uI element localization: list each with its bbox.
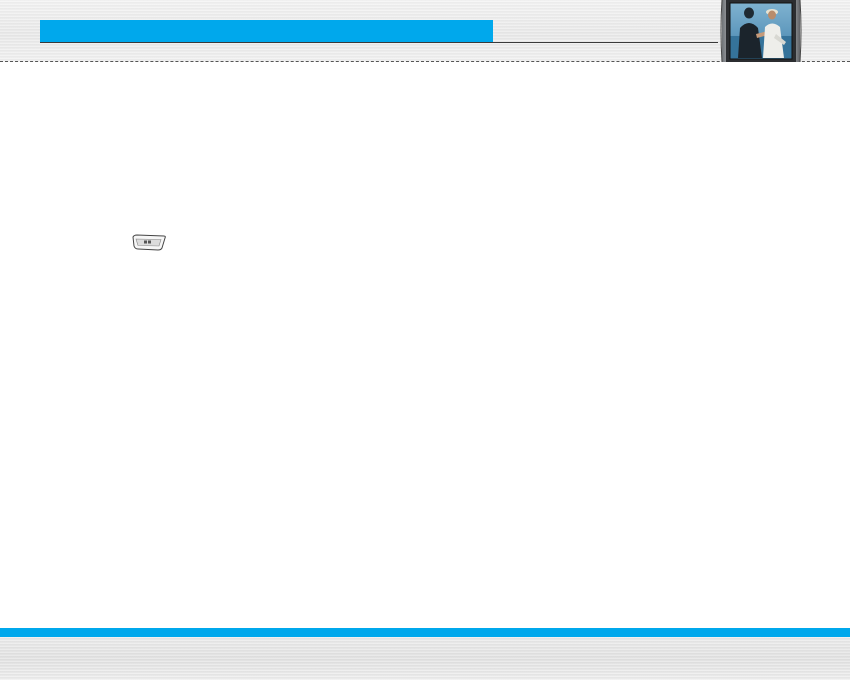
- title-underline: [40, 42, 718, 43]
- section-title-bar: [40, 20, 493, 42]
- footer-accent-bar: [0, 628, 850, 637]
- phone-with-photo-icon: [718, 0, 804, 62]
- key-button-icon: [131, 233, 167, 251]
- footer-band: [0, 637, 850, 680]
- manual-page: [0, 0, 850, 680]
